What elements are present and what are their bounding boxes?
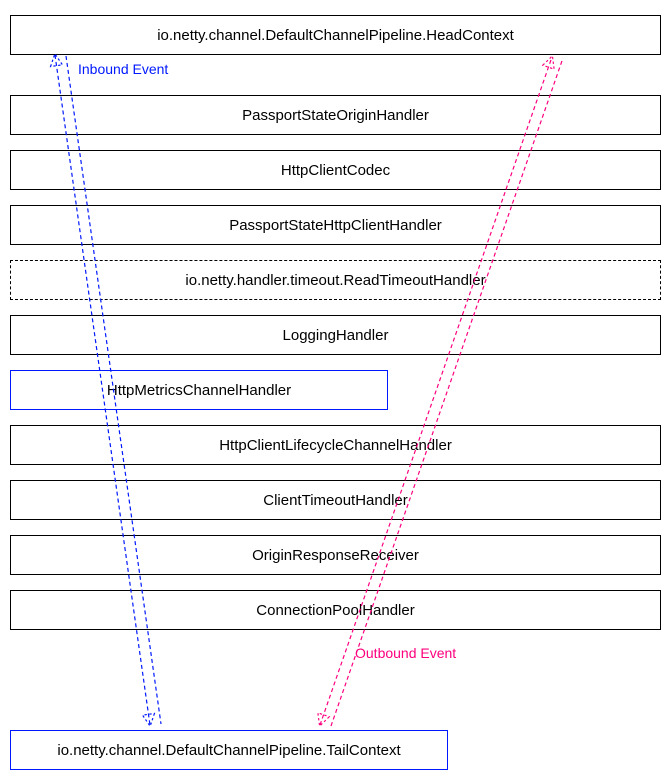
handler-head-context: io.netty.channel.DefaultChannelPipeline.… [10,15,661,55]
handler-origin-response: OriginResponseReceiver [10,535,661,575]
handler-http-client-codec: HttpClientCodec [10,150,661,190]
handler-lifecycle: HttpClientLifecycleChannelHandler [10,425,661,465]
handler-passport-origin: PassportStateOriginHandler [10,95,661,135]
handler-read-timeout: io.netty.handler.timeout.ReadTimeoutHand… [10,260,661,300]
handler-logging: LoggingHandler [10,315,661,355]
outbound-event-label: Outbound Event [355,645,456,661]
handler-connection-pool: ConnectionPoolHandler [10,590,661,630]
handler-http-metrics: HttpMetricsChannelHandler [10,370,388,410]
handler-tail-context: io.netty.channel.DefaultChannelPipeline.… [10,730,448,770]
handler-client-timeout: ClientTimeoutHandler [10,480,661,520]
handler-passport-http-client: PassportStateHttpClientHandler [10,205,661,245]
inbound-event-label: Inbound Event [78,61,168,77]
